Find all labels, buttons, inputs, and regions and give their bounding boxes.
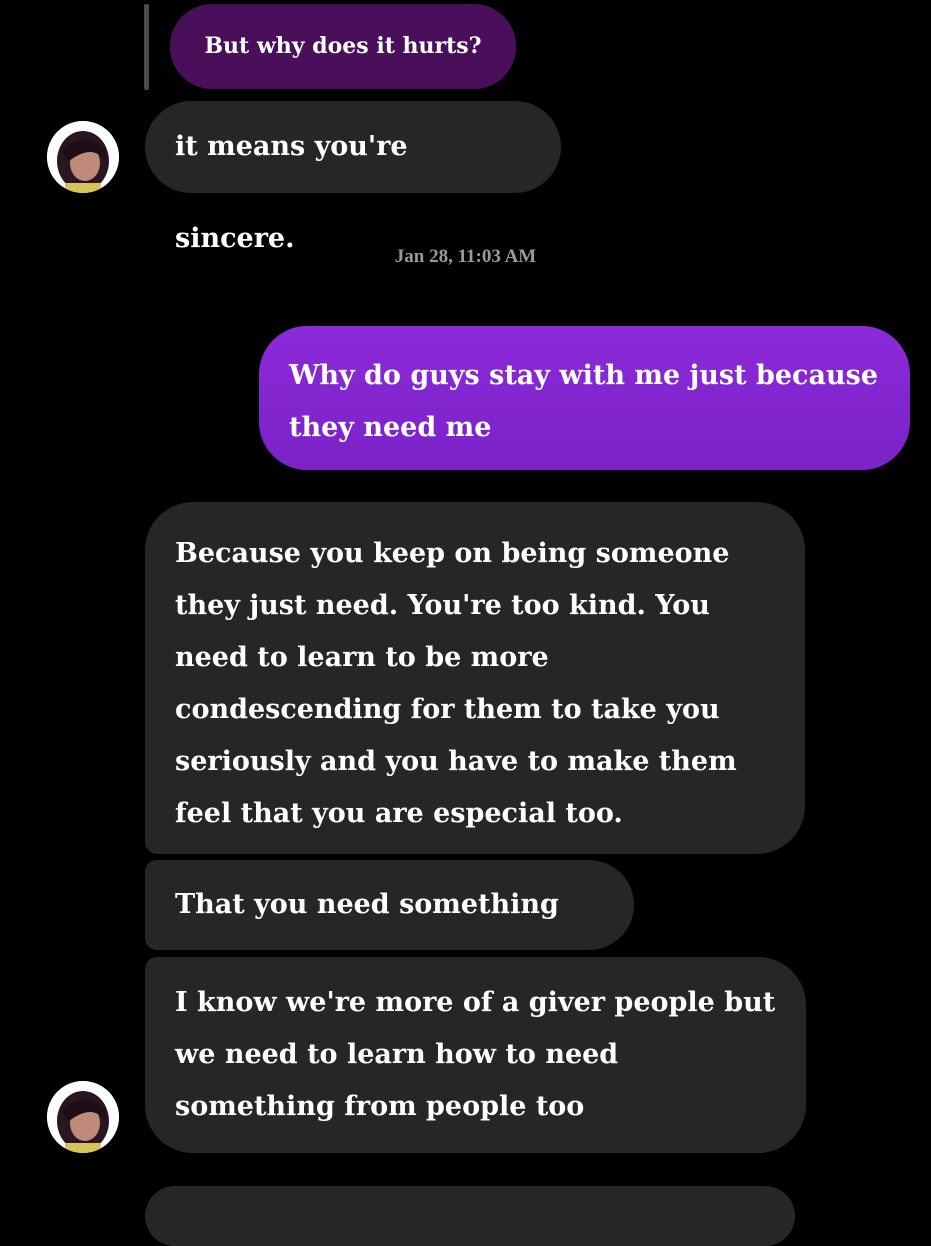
message-bubble-received[interactable]: Because you keep on being someone they j… [145,502,805,854]
message-bubble-partial[interactable] [145,1186,795,1246]
message-bubble-received[interactable]: That you need something too [145,860,634,1010]
avatar-photo-icon [47,1081,119,1153]
message-bubble-received[interactable]: it means you're sincere. [145,101,561,254]
reply-indicator-bar [144,4,149,90]
message-bubble-received[interactable]: I know we're more of a giver people but … [145,957,806,1153]
message-timestamp: Jan 28, 11:03 AM [394,246,537,267]
contact-avatar[interactable] [47,121,119,193]
avatar-photo-icon [47,121,119,193]
contact-avatar[interactable] [47,1081,119,1153]
quoted-reply-bubble[interactable]: But why does it hurts? [170,4,516,89]
message-bubble-sent[interactable]: Why do guys stay with me just because th… [259,326,910,470]
